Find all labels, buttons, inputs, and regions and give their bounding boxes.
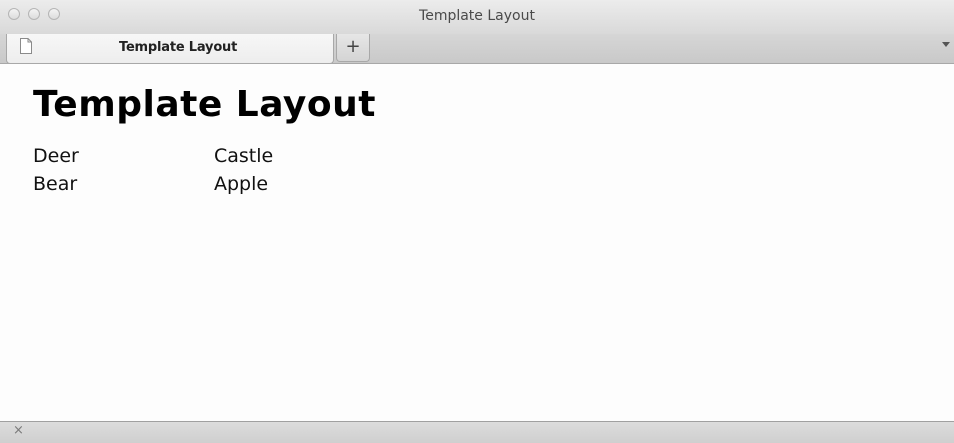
title-bar[interactable]: Template Layout [0, 0, 954, 34]
tab-template-layout[interactable]: Template Layout [6, 34, 334, 64]
item-col1: Bear [33, 173, 78, 195]
browser-window: Template Layout Template Layout + Templa… [0, 0, 954, 443]
status-bar: × [0, 421, 954, 443]
tab-label: Template Layout [119, 40, 238, 55]
item-col2: Apple [214, 173, 269, 195]
page-title: Template Layout [33, 84, 376, 125]
tab-bar: Template Layout + [0, 34, 954, 64]
page-content: Template Layout Deer Castle Bear Apple [0, 64, 954, 421]
window-title: Template Layout [419, 8, 535, 24]
tab-overflow-chevron-down-icon[interactable] [942, 42, 950, 47]
plus-icon: + [345, 36, 361, 57]
page-icon [20, 38, 32, 54]
new-tab-button[interactable]: + [336, 34, 370, 62]
close-icon[interactable]: × [13, 423, 24, 438]
item-col1: Deer [33, 145, 79, 167]
item-col2: Castle [214, 145, 274, 167]
